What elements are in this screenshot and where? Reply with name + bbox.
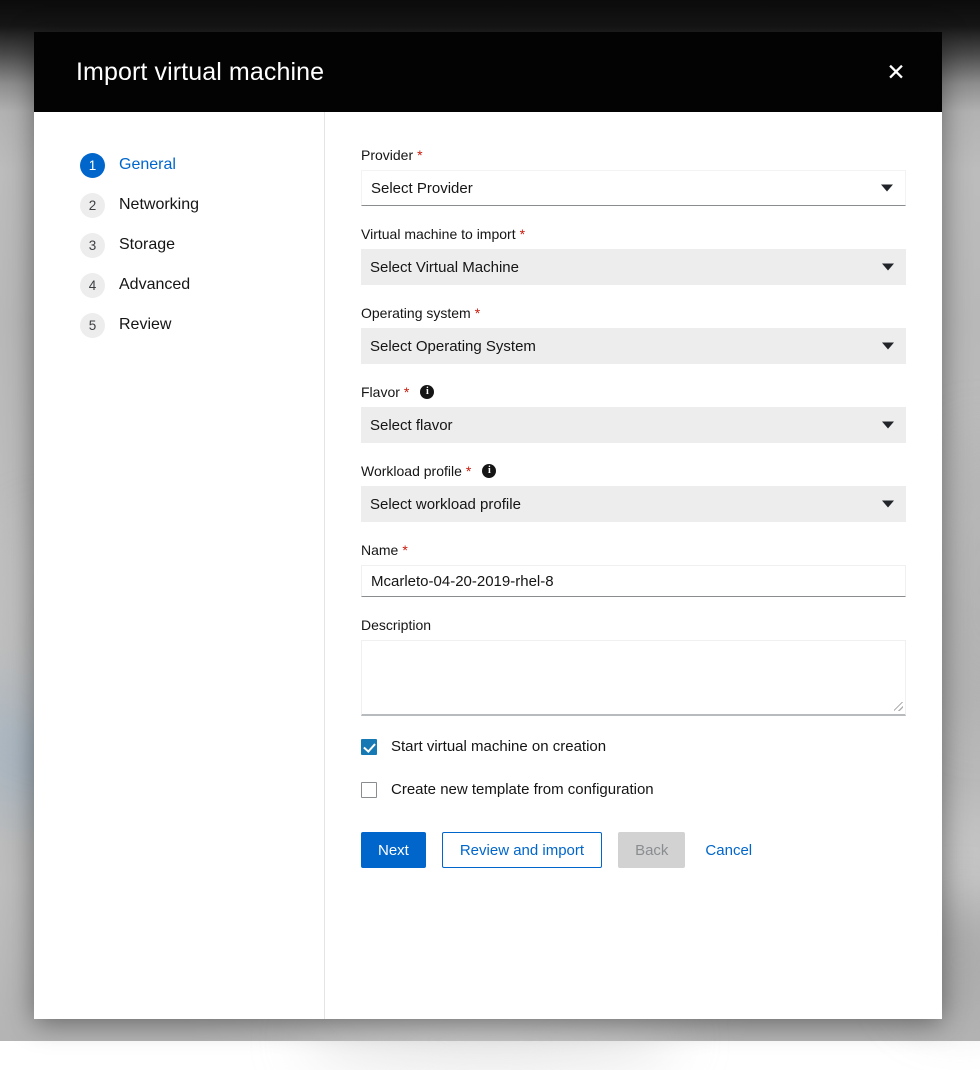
virtual-machine-label: Virtual machine to import * (361, 225, 942, 243)
cancel-button[interactable]: Cancel (701, 832, 756, 868)
workload-profile-select[interactable]: Select workload profile (361, 486, 906, 522)
step-number: 1 (80, 153, 105, 178)
step-number: 2 (80, 193, 105, 218)
wizard-button-row: Next Review and import Back Cancel (361, 832, 942, 868)
page-title: Import virtual machine (76, 60, 324, 85)
virtual-machine-select-value: Select Virtual Machine (370, 259, 519, 276)
required-marker: * (404, 383, 409, 401)
workload-profile-select-value: Select workload profile (370, 496, 521, 513)
sidebar-item-review[interactable]: 5 Review (34, 305, 324, 345)
back-button: Back (618, 832, 685, 868)
provider-select[interactable]: Select Provider (361, 170, 906, 206)
sidebar-item-general[interactable]: 1 General (34, 145, 324, 185)
import-virtual-machine-modal: Import virtual machine ✕ 1 General 2 Net… (34, 32, 942, 1019)
step-label: Review (119, 316, 171, 334)
label-text: Name (361, 541, 398, 559)
flavor-label: Flavor * i (361, 383, 942, 401)
modal-header: Import virtual machine ✕ (34, 32, 942, 112)
provider-select-value: Select Provider (371, 180, 473, 197)
modal-body: 1 General 2 Networking 3 Storage 4 Advan… (34, 112, 942, 1019)
start-vm-checkbox-label: Start virtual machine on creation (391, 738, 606, 755)
sidebar-item-advanced[interactable]: 4 Advanced (34, 265, 324, 305)
general-step-form: Provider * Select Provider Virtual machi… (325, 112, 942, 1019)
virtual-machine-select[interactable]: Select Virtual Machine (361, 249, 906, 285)
flavor-select-value: Select flavor (370, 417, 453, 434)
label-text: Provider (361, 146, 413, 164)
field-provider: Provider * Select Provider (361, 146, 942, 206)
required-marker: * (475, 304, 480, 322)
next-button[interactable]: Next (361, 832, 426, 868)
description-label: Description (361, 616, 942, 634)
sidebar-item-storage[interactable]: 3 Storage (34, 225, 324, 265)
chevron-down-icon (882, 264, 894, 271)
field-flavor: Flavor * i Select flavor (361, 383, 942, 443)
wizard-step-nav: 1 General 2 Networking 3 Storage 4 Advan… (34, 112, 325, 1019)
step-label: General (119, 156, 176, 174)
start-vm-checkbox-row[interactable]: Start virtual machine on creation (361, 738, 942, 755)
label-text: Operating system (361, 304, 471, 322)
required-marker: * (466, 462, 471, 480)
create-template-checkbox[interactable] (361, 782, 377, 798)
label-text: Virtual machine to import (361, 225, 516, 243)
chevron-down-icon (882, 501, 894, 508)
start-vm-checkbox[interactable] (361, 739, 377, 755)
field-virtual-machine: Virtual machine to import * Select Virtu… (361, 225, 942, 285)
step-label: Storage (119, 236, 175, 254)
label-text: Flavor (361, 383, 400, 401)
step-number: 5 (80, 313, 105, 338)
field-description: Description (361, 616, 942, 716)
workload-profile-label: Workload profile * i (361, 462, 942, 480)
field-operating-system: Operating system * Select Operating Syst… (361, 304, 942, 364)
step-label: Networking (119, 196, 199, 214)
sidebar-item-networking[interactable]: 2 Networking (34, 185, 324, 225)
provider-label: Provider * (361, 146, 942, 164)
operating-system-select[interactable]: Select Operating System (361, 328, 906, 364)
name-label: Name * (361, 541, 942, 559)
step-number: 4 (80, 273, 105, 298)
flavor-select[interactable]: Select flavor (361, 407, 906, 443)
required-marker: * (402, 541, 407, 559)
create-template-checkbox-label: Create new template from configuration (391, 781, 654, 798)
label-text: Description (361, 616, 431, 634)
step-label: Advanced (119, 276, 190, 294)
background-smudge (300, 1010, 680, 1070)
step-number: 3 (80, 233, 105, 258)
description-textarea[interactable] (361, 640, 906, 716)
label-text: Workload profile (361, 462, 462, 480)
chevron-down-icon (882, 343, 894, 350)
field-name: Name * Mcarleto-04-20-2019-rhel-8 (361, 541, 942, 597)
required-marker: * (520, 225, 525, 243)
chevron-down-icon (881, 185, 893, 192)
create-template-checkbox-row[interactable]: Create new template from configuration (361, 781, 942, 798)
name-input[interactable]: Mcarleto-04-20-2019-rhel-8 (361, 565, 906, 597)
close-icon[interactable]: ✕ (876, 52, 916, 92)
required-marker: * (417, 146, 422, 164)
description-wrapper (361, 640, 906, 716)
chevron-down-icon (882, 422, 894, 429)
review-and-import-button[interactable]: Review and import (442, 832, 602, 868)
info-icon[interactable]: i (420, 385, 434, 399)
info-icon[interactable]: i (482, 464, 496, 478)
field-workload-profile: Workload profile * i Select workload pro… (361, 462, 942, 522)
operating-system-select-value: Select Operating System (370, 338, 536, 355)
operating-system-label: Operating system * (361, 304, 942, 322)
